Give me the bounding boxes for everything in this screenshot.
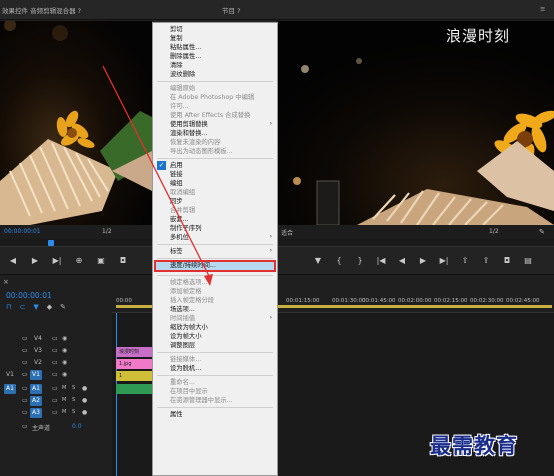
- annotation-arrow: [102, 65, 213, 286]
- brand-watermark: 最需教育: [430, 433, 518, 458]
- premiere-window: 效果控件 音频剪辑混合器 ? 节目 ? ≡ 浪漫时刻 00:00:00:01 1…: [0, 0, 554, 476]
